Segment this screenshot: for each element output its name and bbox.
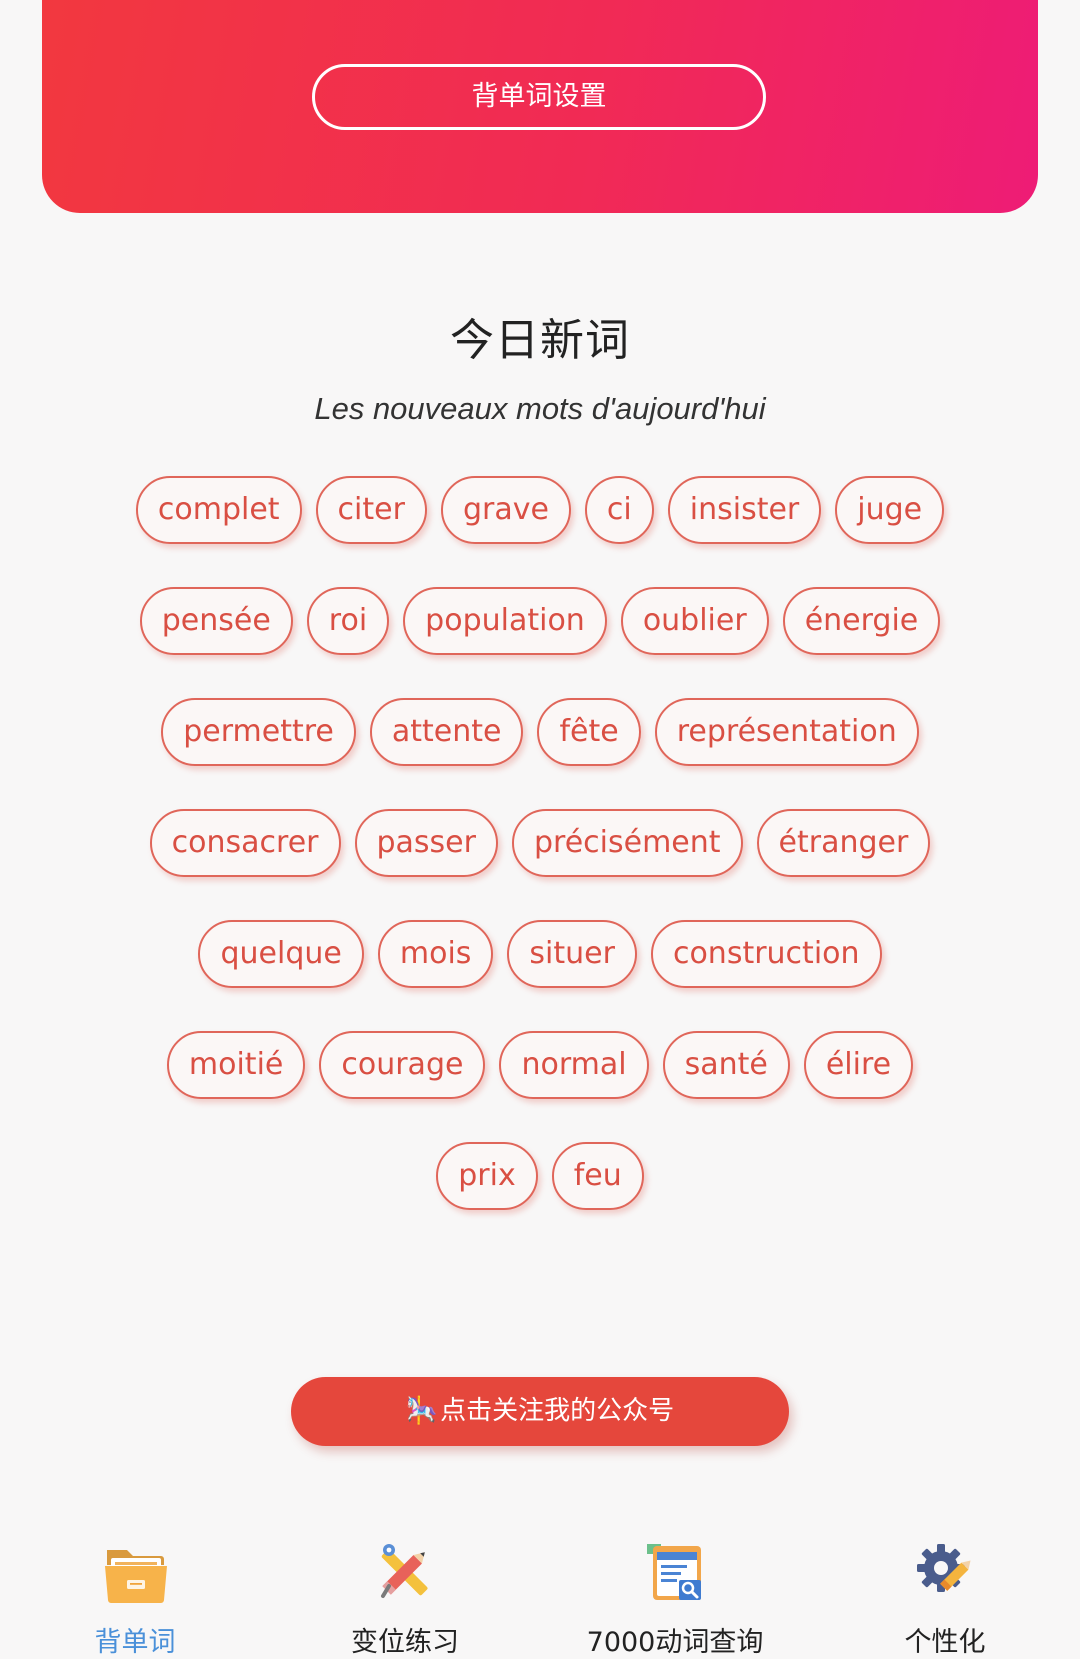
word-chip[interactable]: oublier	[620, 587, 769, 655]
word-chip[interactable]: courage	[319, 1031, 486, 1099]
word-row: complet citer grave ci insister juge	[135, 476, 945, 546]
gear-pencil-icon	[917, 1544, 971, 1592]
tab-conjugation-label: 变位练习	[351, 1627, 459, 1658]
word-row: consacrer passer précisément étranger	[140, 809, 940, 879]
tab-memorize-label: 背单词	[94, 1627, 176, 1658]
word-chip[interactable]: attente	[369, 698, 524, 766]
word-chip[interactable]: grave	[440, 476, 571, 544]
folder-icon	[105, 1550, 167, 1603]
tab-personalize-label: 个性化	[904, 1627, 986, 1658]
word-chip[interactable]: ci	[584, 476, 654, 544]
word-row: quelque mois situer construction	[140, 920, 940, 990]
word-chip[interactable]: précisément	[511, 809, 743, 877]
word-chip[interactable]: citer	[315, 476, 427, 544]
carousel-horse-icon: 🎠	[405, 1396, 439, 1426]
word-chip[interactable]: roi	[306, 587, 390, 655]
tab-verb-lookup-label: 7000动词查询	[586, 1627, 764, 1658]
header-banner: 背单词设置	[42, 0, 1038, 213]
word-chip-list: complet citer grave ci insister juge pensée roi…	[135, 476, 945, 1253]
follow-official-account-button[interactable]: 🎠点击关注我的公众号	[291, 1377, 789, 1446]
word-chip[interactable]: population	[403, 587, 607, 655]
document-search-icon	[647, 1544, 701, 1600]
tab-personalize[interactable]: 个性化	[810, 1530, 1080, 1659]
word-chip[interactable]: insister	[667, 476, 822, 544]
follow-button-label: 点击关注我的公众号	[440, 1396, 675, 1426]
word-chip[interactable]: fête	[537, 698, 641, 766]
word-row: moitié courage normal santé élire	[140, 1031, 940, 1101]
word-chip[interactable]: complet	[135, 476, 302, 544]
word-chip[interactable]: énergie	[782, 587, 941, 655]
word-row: pensée roi population oublier énergie	[139, 587, 941, 657]
word-chip[interactable]: représentation	[654, 698, 919, 766]
tab-memorize[interactable]: 背单词	[0, 1530, 270, 1659]
pencil-ruler-icon	[381, 1544, 428, 1598]
tab-conjugation-practice[interactable]: 变位练习	[270, 1530, 540, 1659]
word-chip[interactable]: élire	[803, 1031, 914, 1099]
bottom-tab-bar: 背单词 变位练习 7000动词查询 个性化	[0, 1530, 1080, 1659]
word-chip[interactable]: consacrer	[149, 809, 341, 877]
word-chip[interactable]: santé	[662, 1031, 790, 1099]
word-chip[interactable]: construction	[650, 920, 882, 988]
word-chip[interactable]: normal	[499, 1031, 649, 1099]
word-chip[interactable]: quelque	[198, 920, 364, 988]
word-chip[interactable]: mois	[377, 920, 494, 988]
word-chip[interactable]: prix	[436, 1142, 538, 1210]
word-chip[interactable]: pensée	[139, 587, 293, 655]
word-chip[interactable]: étranger	[756, 809, 931, 877]
word-row: permettre attente fête représentation	[140, 698, 940, 768]
vocab-settings-button[interactable]: 背单词设置	[312, 64, 766, 130]
page-subtitle: Les nouveaux mots d'aujourd'hui	[314, 391, 766, 426]
word-chip[interactable]: passer	[354, 809, 498, 877]
word-chip[interactable]: juge	[835, 476, 945, 544]
word-chip[interactable]: moitié	[166, 1031, 306, 1099]
tab-verb-lookup[interactable]: 7000动词查询	[540, 1530, 810, 1659]
word-chip[interactable]: feu	[551, 1142, 644, 1210]
word-row: prix feu	[140, 1142, 940, 1212]
word-chip[interactable]: situer	[507, 920, 637, 988]
page-title: 今日新词	[450, 315, 630, 366]
word-chip[interactable]: permettre	[161, 698, 356, 766]
